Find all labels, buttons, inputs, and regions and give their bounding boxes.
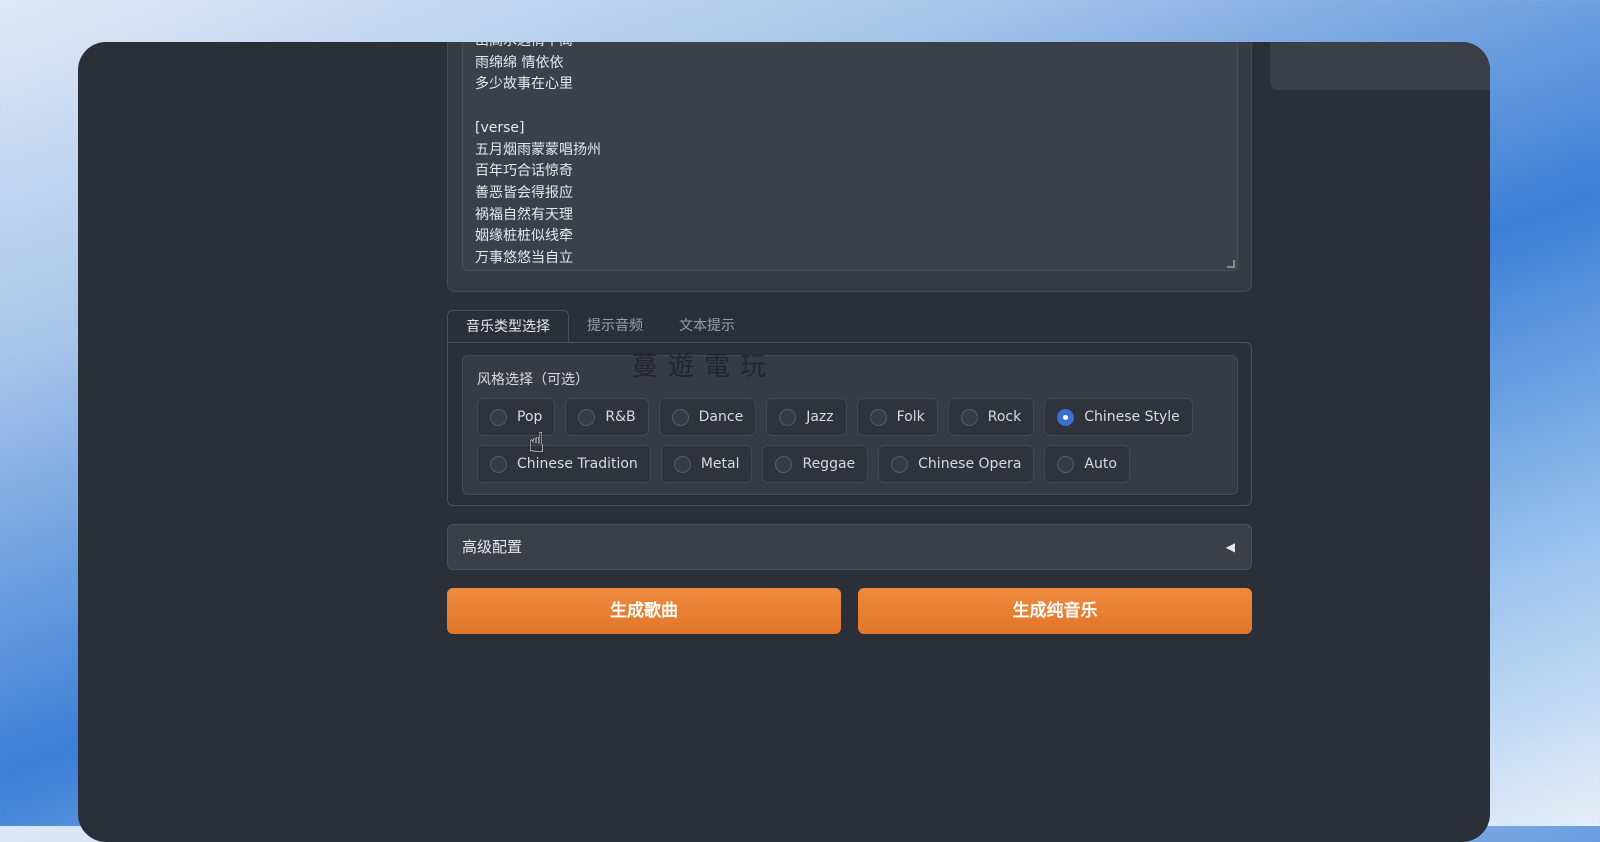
style-option-auto[interactable]: Auto (1044, 445, 1130, 483)
lyric-line: 多少故事在心里 (475, 76, 573, 93)
radio-icon[interactable] (1057, 455, 1075, 473)
radio-icon[interactable] (891, 455, 909, 473)
lyric-line (475, 96, 1225, 118)
tab-prompt-audio[interactable]: 提示音频 (569, 310, 661, 343)
generate-music-button[interactable]: 生成纯音乐 (858, 588, 1252, 634)
tab-panel: 风格选择（可选） Pop R&B Dance Jazz Folk Rock Chinese … (447, 342, 1252, 506)
style-option-chinese-opera[interactable]: Chinese Opera (878, 445, 1035, 483)
lyrics-block: 山高水远情不离雨绵绵 情依依多少故事在心里 [verse] 五月烟雨蒙蒙唱扬州百年巧… (447, 42, 1252, 292)
advanced-settings-label: 高级配置 (462, 538, 523, 556)
option-label: Reggae (802, 456, 856, 472)
style-group-label: 风格选择（可选） (477, 372, 589, 388)
lyric-line: [verse] (475, 119, 525, 136)
radio-icon[interactable] (490, 408, 507, 426)
style-option-metal[interactable]: Metal (660, 445, 753, 483)
side-panel (1270, 42, 1490, 90)
style-option-rock[interactable]: Rock (947, 398, 1035, 436)
lyric-line: 姻缘桩桩似线牵 (475, 228, 573, 245)
hand-cursor-icon: ☝ (528, 426, 546, 459)
radio-icon[interactable] (578, 408, 596, 426)
option-label: R&B (605, 409, 636, 425)
radio-icon[interactable] (1057, 408, 1075, 426)
tab-text-prompt[interactable]: 文本提示 (661, 310, 753, 343)
tab-bar: 音乐类型选择 提示音频 文本提示 (447, 310, 753, 343)
app-window: 山高水远情不离雨绵绵 情依依多少故事在心里 [verse] 五月烟雨蒙蒙唱扬州百年巧… (78, 42, 1490, 842)
resize-handle[interactable] (1227, 260, 1235, 268)
style-radio-group: 风格选择（可选） Pop R&B Dance Jazz Folk Rock Chinese … (462, 355, 1238, 495)
option-label: Auto (1084, 456, 1117, 472)
lyric-line: 山高水远情不离 (475, 42, 1225, 53)
option-label: Chinese Style (1084, 409, 1180, 425)
style-option-chinese-style[interactable]: Chinese Style (1044, 398, 1193, 436)
option-label: Dance (698, 409, 744, 425)
option-label: Metal (700, 456, 740, 472)
option-label: Pop (517, 409, 543, 425)
lyric-line: 百年巧合话惊奇 (475, 163, 573, 180)
style-option-reggae[interactable]: Reggae (762, 445, 869, 483)
tab-music-genre[interactable]: 音乐类型选择 (447, 310, 569, 343)
radio-icon[interactable] (673, 455, 691, 473)
option-label: Chinese Opera (918, 456, 1022, 472)
radio-icon[interactable] (671, 408, 689, 426)
lyric-line: 万事悠悠当自立 (475, 250, 573, 267)
collapse-arrow-icon: ◀ (1225, 540, 1235, 554)
radio-icon[interactable] (775, 455, 793, 473)
lyric-line: 雨绵绵 情依依 (475, 54, 564, 71)
style-option-jazz[interactable]: Jazz (766, 398, 847, 436)
radio-icon[interactable] (779, 408, 797, 426)
style-option-dance[interactable]: Dance (658, 398, 757, 436)
advanced-settings-accordion[interactable]: 高级配置 ◀ (447, 524, 1252, 570)
style-option-r-b[interactable]: R&B (565, 398, 649, 436)
radio-icon[interactable] (960, 408, 978, 426)
watermark: 蔓遊電玩 (632, 352, 777, 382)
radio-icon[interactable] (869, 408, 887, 426)
lyric-line: 祸福自然有天理 (475, 206, 573, 223)
lyrics-textarea[interactable]: 山高水远情不离雨绵绵 情依依多少故事在心里 [verse] 五月烟雨蒙蒙唱扬州百年巧… (462, 42, 1238, 271)
style-option-folk[interactable]: Folk (856, 398, 938, 436)
option-label: Rock (987, 409, 1022, 425)
lyric-line: 五月烟雨蒙蒙唱扬州 (475, 141, 601, 158)
generate-song-button[interactable]: 生成歌曲 (447, 588, 841, 634)
option-label: Folk (896, 409, 925, 425)
option-label: Jazz (806, 409, 834, 425)
radio-icon[interactable] (490, 455, 507, 473)
style-option-chinese-tradition[interactable]: Chinese Tradition (477, 445, 651, 483)
lyric-line: 善恶皆会得报应 (475, 184, 573, 201)
